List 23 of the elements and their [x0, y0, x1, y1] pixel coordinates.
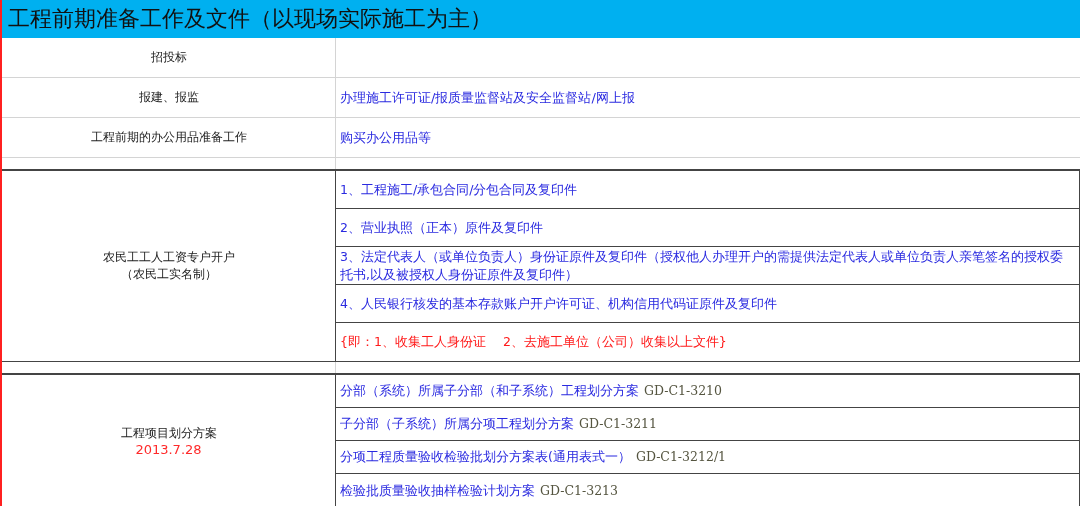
item-text: 2、营业执照（正本）原件及复印件: [340, 218, 543, 237]
form-code: GD-C1-3210: [644, 382, 722, 400]
item-text: 3、法定代表人（或单位负责人）身份证原件及复印件（授权他人办理开户的需提供法定代表人或单位负责人亲笔签名的授权委托书,以及被授权人身份证原件及复印件）: [340, 247, 1064, 284]
row-label: 工程项目划分方案: [119, 425, 218, 442]
row-label: 工程前期的办公用品准备工作: [90, 129, 247, 146]
row-sublabel: （农民工实名制）: [119, 266, 218, 283]
row-label: 农民工工人工资专户开户: [101, 249, 236, 266]
item-text: 分项工程质量验收检验批划分方案表(通用表式一）: [340, 448, 631, 466]
row-label: 招投标: [150, 49, 187, 66]
form-code: GD-C1-3212/1: [635, 448, 727, 466]
row-label: 报建、报监: [138, 89, 199, 106]
sheet-title: 工程前期准备工作及文件（以现场实际施工为主）: [2, 0, 1080, 38]
date-text: 2013.7.28: [134, 442, 203, 457]
note-text: {即：1、收集工人身份证 2、去施工单位（公司）收集以上文件}: [340, 333, 727, 351]
form-code: GD-C1-3213: [540, 481, 618, 500]
item-text: 检验批质量验收抽样检验计划方案: [340, 481, 535, 500]
row-value: 办理施工许可证/报质量监督站及安全监督站/网上报: [340, 88, 635, 107]
item-text: 分部（系统）所属子分部（和子系统）工程划分方案: [340, 382, 639, 400]
item-text: 子分部（子系统）所属分项工程划分方案: [340, 415, 574, 433]
row-value: 购买办公用品等: [340, 128, 431, 147]
form-code: GD-C1-3211: [579, 415, 657, 433]
item-text: 1、工程施工/承包合同/分包合同及复印件: [340, 180, 578, 199]
item-text: 4、人民银行核发的基本存款账户开户许可证、机构信用代码证原件及复印件: [340, 294, 777, 313]
